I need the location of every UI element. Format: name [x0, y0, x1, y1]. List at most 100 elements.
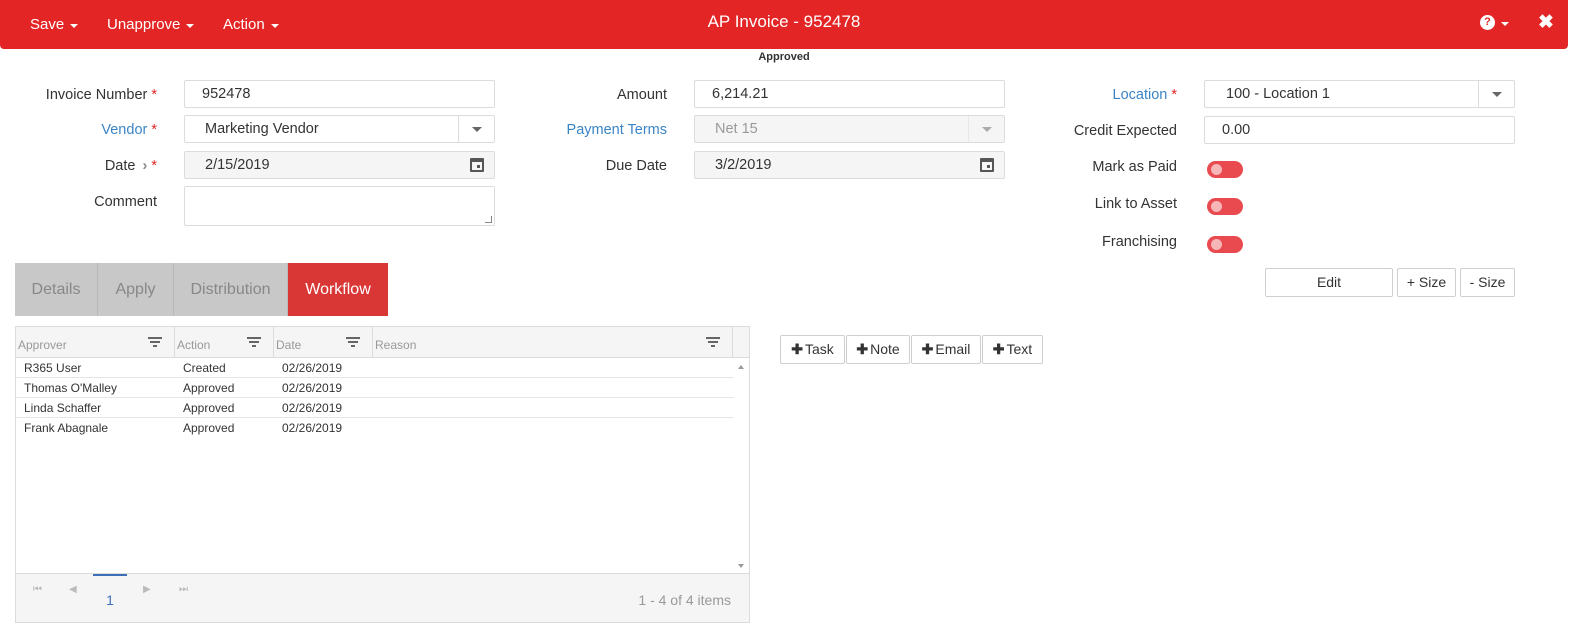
add-note-button[interactable]: ✚ Note: [846, 335, 910, 364]
date-value: 2/15/2019: [205, 157, 270, 173]
invoice-number-input[interactable]: 952478: [184, 80, 495, 108]
column-header-date[interactable]: Date: [274, 327, 373, 358]
amount-label: Amount: [617, 87, 667, 103]
add-email-label: Email: [935, 341, 971, 357]
grid-rows: R365 User Created 02/26/2019 Thomas O'Ma…: [16, 358, 734, 438]
scroll-down-icon[interactable]: [738, 564, 744, 568]
plus-size-button[interactable]: + Size: [1397, 268, 1456, 297]
location-label[interactable]: Location *: [1040, 87, 1177, 103]
credit-expected-input[interactable]: 0.00: [1204, 116, 1515, 144]
last-page-icon[interactable]: ⏭: [179, 584, 188, 595]
date-cell: 02/26/2019: [282, 421, 343, 435]
franchising-toggle[interactable]: [1207, 236, 1243, 253]
chevron-down-icon[interactable]: [968, 116, 1004, 142]
date-cell: 02/26/2019: [282, 381, 343, 395]
table-row[interactable]: R365 User Created 02/26/2019: [16, 358, 734, 378]
location-value: 100 - Location 1: [1226, 86, 1330, 102]
current-page-number[interactable]: 1: [93, 574, 127, 620]
date-cell: 02/26/2019: [282, 361, 343, 375]
date-cell: 02/26/2019: [282, 401, 343, 415]
table-row[interactable]: Thomas O'Malley Approved 02/26/2019: [16, 378, 734, 398]
resize-grip-icon[interactable]: [485, 216, 492, 223]
top-bar: Save Unapprove Action AP Invoice - 95247…: [0, 0, 1568, 49]
close-icon[interactable]: ✖: [1538, 11, 1554, 34]
tab-distribution[interactable]: Distribution: [174, 263, 288, 316]
vendor-label[interactable]: Vendor *: [20, 122, 157, 138]
credit-expected-label: Credit Expected: [1073, 123, 1177, 139]
status-label: Approved: [758, 51, 810, 63]
vertical-scrollbar[interactable]: [734, 358, 749, 573]
tab-workflow[interactable]: Workflow: [288, 263, 388, 316]
link-to-asset-toggle[interactable]: [1207, 198, 1243, 215]
add-email-button[interactable]: ✚ Email: [911, 335, 981, 364]
grid-pager: ⏮ ◀ 1 ▶ ⏭ 1 - 4 of 4 items: [16, 573, 749, 622]
add-task-label: Task: [804, 341, 834, 357]
help-icon: ?: [1480, 15, 1495, 30]
required-marker: *: [151, 158, 157, 174]
approver-cell: Frank Abagnale: [24, 421, 109, 435]
calendar-icon[interactable]: [980, 158, 994, 172]
chevron-right-icon[interactable]: ›: [143, 158, 148, 174]
tab-details[interactable]: Details: [15, 263, 98, 316]
column-header-reason[interactable]: Reason: [373, 327, 733, 358]
chevron-down-icon[interactable]: [1478, 81, 1514, 107]
next-page-icon[interactable]: ▶: [143, 584, 151, 595]
payment-terms-label[interactable]: Payment Terms: [530, 122, 667, 138]
first-page-icon[interactable]: ⏮: [33, 584, 42, 595]
chevron-down-icon[interactable]: [458, 116, 494, 142]
caret-down-icon: [1501, 21, 1509, 26]
table-row[interactable]: Frank Abagnale Approved 02/26/2019: [16, 418, 734, 438]
approver-cell: Linda Schaffer: [24, 401, 102, 415]
action-cell: Approved: [183, 421, 235, 435]
workflow-grid: Approver Action Date Reason R365 User Cr…: [15, 326, 750, 623]
add-note-label: Note: [870, 341, 900, 357]
scroll-up-icon[interactable]: [738, 365, 744, 369]
filter-icon[interactable]: [706, 337, 720, 347]
amount-input[interactable]: 6,214.21: [694, 80, 1005, 108]
table-row[interactable]: Linda Schaffer Approved 02/26/2019: [16, 398, 734, 418]
tab-bar: Details Apply Distribution Workflow: [15, 263, 388, 316]
payment-terms-select[interactable]: Net 15: [694, 115, 1005, 143]
comment-label: Comment: [94, 194, 157, 210]
comment-textarea[interactable]: [184, 186, 495, 226]
grid-header: Approver Action Date Reason: [16, 327, 749, 358]
add-text-label: Text: [1006, 341, 1033, 357]
required-marker: *: [1171, 87, 1177, 103]
invoice-number-label: Invoice Number *: [45, 87, 157, 103]
plus-icon: ✚: [791, 341, 803, 357]
add-text-button[interactable]: ✚ Text: [982, 335, 1043, 364]
previous-page-icon[interactable]: ◀: [69, 584, 77, 595]
plus-icon: ✚: [992, 341, 1005, 357]
action-cell: Created: [183, 361, 226, 375]
column-header-action[interactable]: Action: [175, 327, 274, 358]
mark-as-paid-toggle[interactable]: [1207, 161, 1243, 178]
filter-icon[interactable]: [148, 337, 162, 347]
page-title: AP Invoice - 952478: [707, 12, 861, 31]
tab-apply[interactable]: Apply: [98, 263, 174, 316]
vendor-value: Marketing Vendor: [205, 121, 319, 137]
plus-icon: ✚: [921, 341, 934, 357]
action-cell: Approved: [183, 401, 235, 415]
approver-cell: R365 User: [24, 361, 82, 375]
due-date-value: 3/2/2019: [715, 157, 772, 173]
action-cell: Approved: [183, 381, 235, 395]
pager-info: 1 - 4 of 4 items: [638, 592, 731, 608]
minus-size-button[interactable]: - Size: [1460, 268, 1515, 297]
franchising-label: Franchising: [1102, 234, 1177, 250]
required-marker: *: [151, 122, 157, 138]
date-picker[interactable]: 2/15/2019: [184, 151, 495, 179]
link-to-asset-label: Link to Asset: [1094, 196, 1177, 212]
help-menu[interactable]: ?: [1480, 15, 1509, 30]
mark-as-paid-label: Mark as Paid: [1092, 159, 1177, 175]
calendar-icon[interactable]: [470, 158, 484, 172]
column-header-approver[interactable]: Approver: [16, 327, 175, 358]
filter-icon[interactable]: [346, 337, 360, 347]
due-date-picker[interactable]: 3/2/2019: [694, 151, 1005, 179]
add-task-button[interactable]: ✚ Task: [780, 335, 845, 364]
due-date-label: Due Date: [605, 158, 667, 174]
edit-button[interactable]: Edit: [1265, 268, 1393, 297]
location-select[interactable]: 100 - Location 1: [1204, 80, 1515, 108]
payment-terms-value: Net 15: [715, 121, 758, 137]
vendor-select[interactable]: Marketing Vendor: [184, 115, 495, 143]
filter-icon[interactable]: [247, 337, 261, 347]
